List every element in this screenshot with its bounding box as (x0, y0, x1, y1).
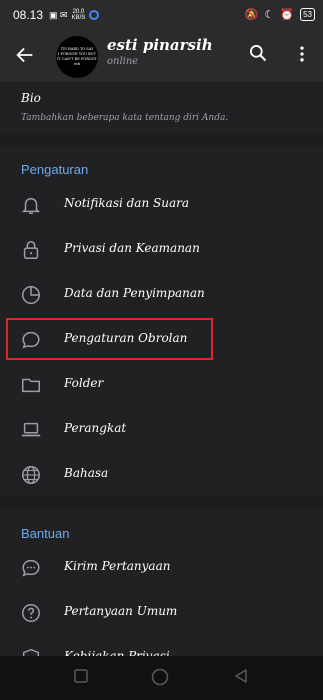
help-heading: Bantuan (21, 526, 70, 541)
search-button[interactable] (248, 43, 268, 63)
settings-item-label: Notifikasi dan Suara (64, 196, 189, 210)
help-item-label: Kirim Pertanyaan (64, 559, 171, 573)
lock-icon (23, 241, 39, 259)
back-button[interactable] (14, 44, 36, 66)
google-icon (89, 10, 100, 20)
notification-icons: ▣ ✉ (49, 9, 68, 20)
search-icon (249, 45, 267, 62)
bio-title: Bio (21, 91, 41, 105)
folder-icon (22, 378, 40, 393)
triangle-back-icon (235, 669, 247, 683)
back-nav-button[interactable] (233, 668, 249, 684)
avatar-text-line3: esti (73, 62, 81, 66)
settings-item-folder[interactable]: Folder (0, 362, 323, 407)
settings-item-label: Perangkat (64, 421, 127, 435)
avatar[interactable]: ITS HARD TO SAY I FORGIVE YOU BUT IT CAN… (56, 36, 98, 78)
settings-item-label: Data dan Penyimpanan (64, 286, 205, 300)
mute-icon: 🔕 (244, 9, 259, 21)
help-item-faq[interactable]: Pertanyaan Umum (0, 590, 323, 635)
status-time: 08.13 (13, 8, 44, 22)
settings-item-notifications[interactable]: Notifikasi dan Suara (0, 182, 323, 227)
avatar-text-line2: I FORGIVE YOU BUT IT CAN'T BE FORGOT (57, 52, 97, 61)
settings-heading: Pengaturan (21, 162, 89, 177)
settings-item-language[interactable]: Bahasa (0, 452, 323, 497)
status-bar: 08.13 ▣ ✉ 20,0 KB/S 🔕 ☾ ⏰ 53 (0, 0, 323, 30)
network-speed: 20,0 KB/S (72, 9, 86, 21)
bell-icon (21, 197, 41, 214)
online-status: online (107, 56, 139, 67)
moon-icon: ☾ (264, 9, 275, 21)
settings-item-label: Privasi dan Keamanan (64, 241, 200, 255)
more-vertical-icon (300, 46, 304, 62)
highlight-box (6, 318, 213, 360)
settings-item-label: Bahasa (64, 466, 109, 480)
bio-section[interactable]: Bio Tambahkan beberapa kata tentang diri… (0, 82, 323, 135)
laptop-icon (21, 422, 41, 437)
circle-icon (151, 668, 169, 686)
globe-icon (22, 466, 40, 484)
settings-item-data[interactable]: Data dan Penyimpanan (0, 272, 323, 317)
question-icon (22, 604, 40, 622)
help-item-label: Pertanyaan Umum (64, 604, 178, 618)
alarm-icon: ⏰ (280, 9, 295, 21)
bio-description: Tambahkan beberapa kata tentang diri And… (21, 113, 229, 123)
square-icon (74, 669, 88, 683)
more-options-button[interactable] (292, 44, 312, 64)
status-right: 🔕 ☾ ⏰ 53 (245, 8, 315, 21)
home-button[interactable] (151, 668, 169, 686)
settings-item-privacy[interactable]: Privasi dan Keamanan (0, 227, 323, 272)
battery-indicator: 53 (300, 8, 315, 21)
settings-item-label: Folder (64, 376, 104, 390)
network-speed-unit: KB/S (71, 15, 86, 21)
settings-item-devices[interactable]: Perangkat (0, 407, 323, 452)
clock-pie-icon (22, 286, 40, 304)
profile-name: esti pinarsih (107, 36, 213, 54)
arrow-left-icon (16, 47, 33, 63)
help-item-ask-question[interactable]: Kirim Pertanyaan (0, 545, 323, 590)
profile-header: ITS HARD TO SAY I FORGIVE YOU BUT IT CAN… (0, 30, 323, 82)
chat-dots-icon (22, 559, 40, 577)
system-navigation-bar (0, 656, 323, 700)
help-section: Bantuan Kirim Pertanyaan Pertanyaan Umum… (0, 508, 323, 668)
recents-button[interactable] (73, 668, 89, 684)
